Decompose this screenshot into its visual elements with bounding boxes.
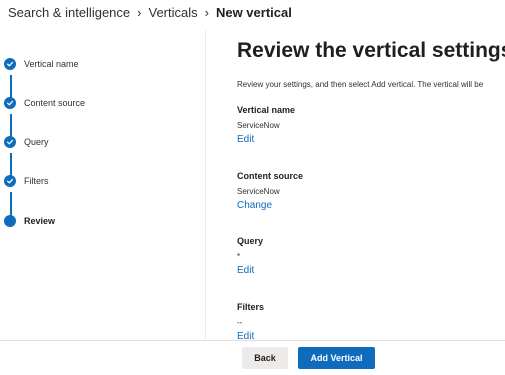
section-value: ServiceNow [237,187,280,196]
section-filters: Filters -- Edit [237,301,264,340]
add-vertical-button[interactable]: Add Vertical [298,347,375,369]
current-step-dot-icon [4,215,16,227]
footer-bar: Back Add Vertical [0,340,505,375]
wizard-steps-pane: Vertical name Content source Query Filte… [0,30,206,340]
page-description: Review your settings, and then select Ad… [237,80,484,89]
step-review[interactable]: Review [4,213,55,229]
change-content-source-link[interactable]: Change [237,200,303,212]
section-heading: Filters [237,302,265,312]
section-value: -- [237,318,243,327]
edit-query-link[interactable]: Edit [237,265,263,277]
checkmark-icon [4,58,16,70]
section-content-source: Content source ServiceNow Change [237,170,303,212]
checkmark-icon [4,97,16,109]
review-panel: Review the vertical settings Review your… [237,30,505,340]
back-button[interactable]: Back [242,347,288,369]
section-heading: Vertical name [237,105,296,115]
step-filters[interactable]: Filters [4,173,49,189]
section-vertical-name: Vertical name ServiceNow Edit [237,104,295,146]
breadcrumb-current: New vertical [215,4,292,20]
step-label: Filters [24,176,49,186]
checkmark-icon [4,175,16,187]
edit-vertical-name-link[interactable]: Edit [237,134,295,146]
checkmark-icon [4,136,16,148]
section-value: * [237,252,241,261]
step-label: Query [24,137,49,147]
step-label: Review [24,216,56,226]
step-query[interactable]: Query [4,134,49,150]
edit-filters-link[interactable]: Edit [237,331,264,340]
chevron-right-icon: › [137,4,142,20]
step-content-source[interactable]: Content source [4,95,85,111]
section-heading: Query [237,236,264,246]
section-query: Query * Edit [237,235,263,277]
step-label: Content source [24,98,86,108]
breadcrumb-verticals[interactable]: Verticals [148,5,197,20]
step-vertical-name[interactable]: Vertical name [4,56,79,72]
breadcrumb: Search & intelligence › Verticals › New … [8,3,292,21]
chevron-right-icon: › [204,4,209,20]
page-title: Review the vertical settings [237,39,505,62]
breadcrumb-search-intelligence[interactable]: Search & intelligence [8,5,130,20]
section-heading: Content source [237,171,304,181]
step-label: Vertical name [24,59,79,69]
section-value: ServiceNow [237,121,280,130]
